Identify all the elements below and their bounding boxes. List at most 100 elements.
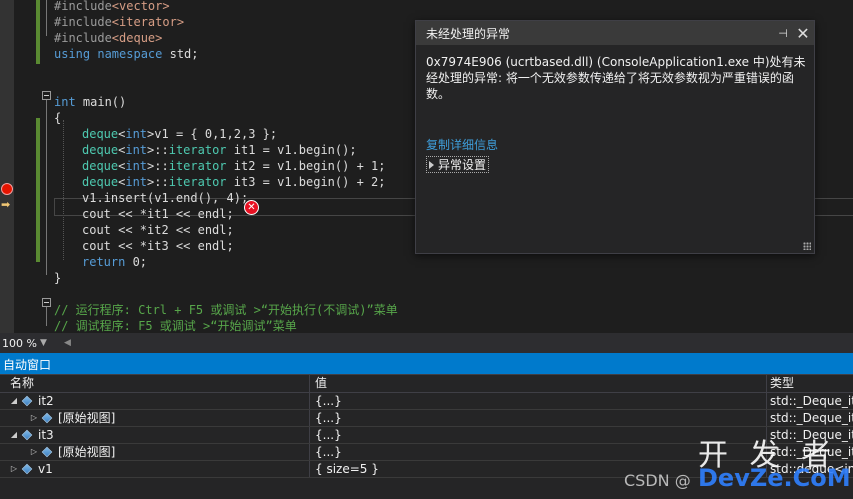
expand-arrow-icon[interactable]: ▷ [8, 461, 20, 477]
code-token: >v1 = { 0,1,2,3 }; [147, 127, 278, 141]
autos-cell-name[interactable]: ◢ it2 [0, 393, 310, 409]
code-token: using namespace [54, 47, 170, 61]
error-icon[interactable]: ✕ [244, 200, 259, 215]
indicator-margin[interactable] [0, 0, 14, 333]
exception-settings-label: 异常设置 [438, 158, 487, 172]
code-token: iterator [168, 175, 227, 189]
expand-arrow-icon[interactable]: ▷ [28, 444, 40, 460]
autos-cell-name[interactable]: ▷ [原始视图] [0, 410, 310, 426]
outline-line [46, 306, 47, 326]
variable-name: [原始视图] [58, 445, 116, 459]
code-line[interactable]: cout << *it2 << endl; [82, 222, 234, 238]
variable-icon [21, 429, 33, 441]
code-line[interactable]: return 0; [82, 254, 147, 270]
expand-arrow-icon [429, 160, 434, 169]
column-header-type[interactable]: 类型 [767, 375, 853, 392]
autos-cell-value[interactable]: {...} [310, 393, 767, 409]
code-line[interactable]: v1.insert(v1.end(), 4); [82, 190, 248, 206]
zoom-dropdown-icon[interactable]: ▼ [40, 338, 54, 348]
watermark-logo-bottom: DevZe.CoM [698, 464, 851, 492]
code-token: >:: [147, 175, 169, 189]
collapse-toggle[interactable] [42, 91, 51, 100]
code-token: // 运行程序: Ctrl + F5 或调试 >“开始执行(不调试)”菜单 [54, 303, 398, 317]
code-line[interactable]: deque<int>v1 = { 0,1,2,3 }; [82, 126, 277, 142]
code-token: int [54, 95, 83, 109]
code-token: cout << *it1 << endl; [82, 207, 234, 221]
code-line[interactable]: cout << *it3 << endl; [82, 238, 234, 254]
exception-settings-toggle[interactable]: 异常设置 [426, 156, 490, 173]
code-token: return [82, 255, 133, 269]
code-token: int [125, 175, 148, 189]
expand-arrow-icon[interactable]: ▷ [28, 410, 40, 426]
breakpoint-icon[interactable] [1, 183, 13, 195]
code-token: <iterator> [111, 15, 185, 29]
collapse-arrow-icon[interactable]: ◢ [8, 427, 20, 443]
outline-line [46, 0, 47, 36]
code-token: >:: [147, 159, 169, 173]
code-line[interactable]: #include<deque> [54, 30, 162, 46]
copy-details-link[interactable]: 复制详细信息 [426, 136, 498, 153]
code-line[interactable]: deque<int>::iterator it1 = v1.begin(); [82, 142, 357, 158]
scroll-left-icon[interactable]: ◀ [64, 338, 71, 348]
exception-popup-header[interactable]: 未经处理的异常 ⊣ ✕ [416, 21, 814, 45]
code-line[interactable]: { [54, 110, 61, 126]
autos-cell-name[interactable]: ◢ it3 [0, 427, 310, 443]
autos-row[interactable]: ▷ [原始视图] {...}std::_Deque_iterator<std::_D… [0, 410, 853, 427]
resize-grip-icon[interactable] [803, 242, 811, 250]
change-indicator-bar [36, 118, 40, 262]
code-token: // 调试程序: F5 或调试 >“开始调试”菜单 [54, 319, 297, 333]
outline-line [46, 100, 47, 275]
pin-icon[interactable]: ⊣ [774, 27, 792, 40]
variable-name: it3 [38, 428, 54, 442]
code-token: deque [82, 143, 119, 157]
column-header-name[interactable]: 名称 [0, 375, 310, 392]
code-token: it2 = v1.begin() + 1; [226, 159, 386, 173]
code-line[interactable]: // 调试程序: F5 或调试 >“开始调试”菜单 [54, 318, 297, 333]
code-line[interactable]: #include<vector> [54, 0, 170, 14]
code-token: #include [54, 15, 112, 29]
editor-zoom-bar: 100 % ▼ ◀ [0, 333, 853, 353]
change-indicator-bar [36, 0, 40, 64]
horizontal-scrollbar[interactable] [71, 333, 853, 353]
code-line[interactable]: int main() [54, 94, 126, 110]
code-line[interactable]: deque<int>::iterator it3 = v1.begin() + … [82, 174, 385, 190]
code-token: >:: [147, 143, 169, 157]
collapse-arrow-icon[interactable]: ◢ [8, 393, 20, 409]
code-token: int [125, 159, 148, 173]
autos-cell-value[interactable]: {...} [310, 410, 767, 426]
code-token: deque [82, 127, 119, 141]
code-token: main() [82, 95, 127, 109]
code-line[interactable]: deque<int>::iterator it2 = v1.begin() + … [82, 158, 385, 174]
zoom-level[interactable]: 100 % [0, 337, 40, 350]
code-token: cout << *it3 << endl; [82, 239, 234, 253]
autos-cell-type: std::_Deque_iterator<std::_Deque_val<std… [770, 394, 853, 408]
variable-icon [41, 412, 53, 424]
collapse-toggle[interactable] [42, 298, 51, 307]
variable-icon [41, 446, 53, 458]
code-token: int [125, 127, 148, 141]
code-token: cout << *it2 << endl; [82, 223, 234, 237]
code-token: { [54, 111, 62, 125]
code-line[interactable]: using namespace std; [54, 46, 199, 62]
exception-popup[interactable]: 未经处理的异常 ⊣ ✕ 0x7974E906 (ucrtbased.dll) (… [415, 20, 815, 254]
autos-cell-name[interactable]: ▷ [原始视图] [0, 444, 310, 460]
close-icon[interactable]: ✕ [792, 24, 814, 43]
autos-row[interactable]: ◢ it2 {...}std::_Deque_iterator<std::_Dequ… [0, 393, 853, 410]
column-header-value[interactable]: 值 [310, 375, 767, 392]
code-token: #include [54, 31, 112, 45]
current-statement-arrow-icon: ➡ [1, 198, 11, 211]
variable-name: [原始视图] [58, 411, 116, 425]
code-token: int [125, 143, 148, 157]
code-token: it3 = v1.begin() + 2; [226, 175, 386, 189]
autos-window-title[interactable]: 自动窗口 [0, 357, 853, 374]
code-token: v1.insert(v1.end(), 4); [82, 191, 249, 205]
code-token: deque [82, 175, 119, 189]
autos-cell-name[interactable]: ▷ v1 [0, 461, 310, 477]
code-token: std; [169, 47, 199, 61]
code-line[interactable]: } [54, 270, 61, 286]
variable-icon [21, 463, 33, 475]
code-line[interactable]: #include<iterator> [54, 14, 184, 30]
code-token: 0; [132, 255, 148, 269]
code-line[interactable]: // 运行程序: Ctrl + F5 或调试 >“开始执行(不调试)”菜单 [54, 302, 398, 318]
code-line[interactable]: cout << *it1 << endl; [82, 206, 234, 222]
